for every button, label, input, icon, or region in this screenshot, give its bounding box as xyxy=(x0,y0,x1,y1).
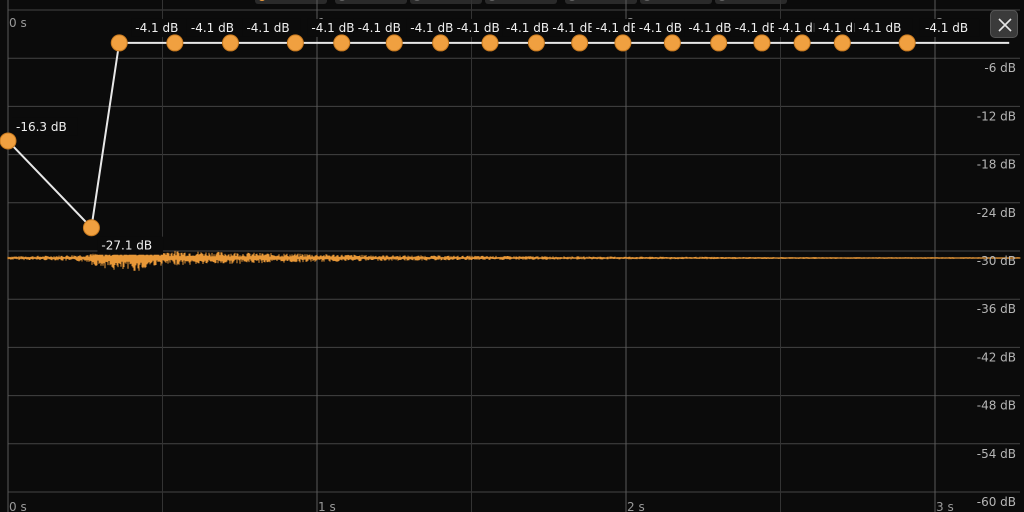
envelope-graph[interactable]: 0 s0 s1 s1 s2 s2 s3 s3 s -6 dB-12 dB-18 … xyxy=(0,0,1024,512)
envelope-point-handle[interactable] xyxy=(286,34,304,52)
point-value-label: -4.1 dB xyxy=(735,21,778,35)
point-value-label: -4.1 dB xyxy=(410,21,453,35)
db-tick-label: -60 dB xyxy=(977,495,1016,509)
envelope-points[interactable]: -16.3 dB-27.1 dB-4.1 dB -4.1 dB -4.1 dB -4.… xyxy=(0,18,980,255)
point-value-label: -4.1 dB xyxy=(191,21,234,35)
envelope-point-handle[interactable] xyxy=(166,34,184,52)
time-tick-label-bottom: 2 s xyxy=(627,500,645,512)
envelope-point-handle[interactable] xyxy=(432,34,450,52)
envelope-point-handle[interactable] xyxy=(481,34,499,52)
point-value-label: -4.1 dB xyxy=(506,21,549,35)
envelope-point-handle[interactable] xyxy=(571,34,589,52)
time-axis-labels: 0 s0 s1 s1 s2 s2 s3 s3 s xyxy=(9,16,954,512)
envelope-point-handle[interactable] xyxy=(0,132,17,150)
point-value-label: -16.3 dB xyxy=(16,120,67,134)
point-value-label: -4.1 dB xyxy=(925,21,968,35)
point-value-label: -27.1 dB xyxy=(101,239,152,253)
db-tick-label: -6 dB xyxy=(984,61,1016,75)
envelope-line[interactable] xyxy=(7,41,1010,230)
envelope-point-handle[interactable] xyxy=(753,34,771,52)
envelope-point-handle[interactable] xyxy=(663,34,681,52)
envelope-point-handle[interactable] xyxy=(82,219,100,237)
close-icon xyxy=(998,18,1012,32)
point-value-label: -4.1 dB xyxy=(457,21,500,35)
time-tick-label-bottom: 0 s xyxy=(9,500,27,512)
close-button[interactable] xyxy=(990,10,1018,38)
db-tick-label: -54 dB xyxy=(977,447,1016,461)
point-value-label: -4.1 dB xyxy=(135,21,178,35)
point-value-label: -4.1 dB xyxy=(858,21,901,35)
db-axis-labels: -6 dB -12 dB -18 dB -24 dB -30 dB -36 dB -42 d… xyxy=(977,61,1016,509)
db-tick-label: -48 dB xyxy=(977,399,1016,413)
point-value-label: -4.1 dB xyxy=(639,21,682,35)
envelope-point-handle[interactable] xyxy=(110,34,128,52)
time-tick-label-bottom: 3 s xyxy=(936,500,954,512)
db-tick-label: -30 dB xyxy=(977,254,1016,268)
time-tick-label-bottom: 1 s xyxy=(318,500,336,512)
envelope-polyline[interactable] xyxy=(7,41,1010,230)
point-value-label: -4.1 dB xyxy=(552,21,595,35)
envelope-point-handle[interactable] xyxy=(614,34,632,52)
envelope-point-handle[interactable] xyxy=(898,34,916,52)
time-tick-label-top: 0 s xyxy=(9,16,27,30)
db-tick-label: -12 dB xyxy=(977,109,1016,123)
envelope-point-handle[interactable] xyxy=(221,34,239,52)
db-tick-label: -18 dB xyxy=(977,158,1016,172)
db-tick-label: -36 dB xyxy=(977,302,1016,316)
envelope-point-handle[interactable] xyxy=(710,34,728,52)
envelope-point-handle[interactable] xyxy=(833,34,851,52)
point-value-label: -4.1 dB xyxy=(596,21,639,35)
envelope-point-handle[interactable] xyxy=(793,34,811,52)
point-value-label: -4.1 dB xyxy=(246,21,289,35)
point-value-label: -4.1 dB xyxy=(358,21,401,35)
point-value-label: -4.1 dB xyxy=(311,21,354,35)
envelope-point-handle[interactable] xyxy=(527,34,545,52)
envelope-point-handle[interactable] xyxy=(333,34,351,52)
envelope-point-handle[interactable] xyxy=(385,34,403,52)
db-tick-label: -42 dB xyxy=(977,350,1016,364)
db-tick-label: -24 dB xyxy=(977,206,1016,220)
point-value-label: -4.1 dB xyxy=(688,21,731,35)
